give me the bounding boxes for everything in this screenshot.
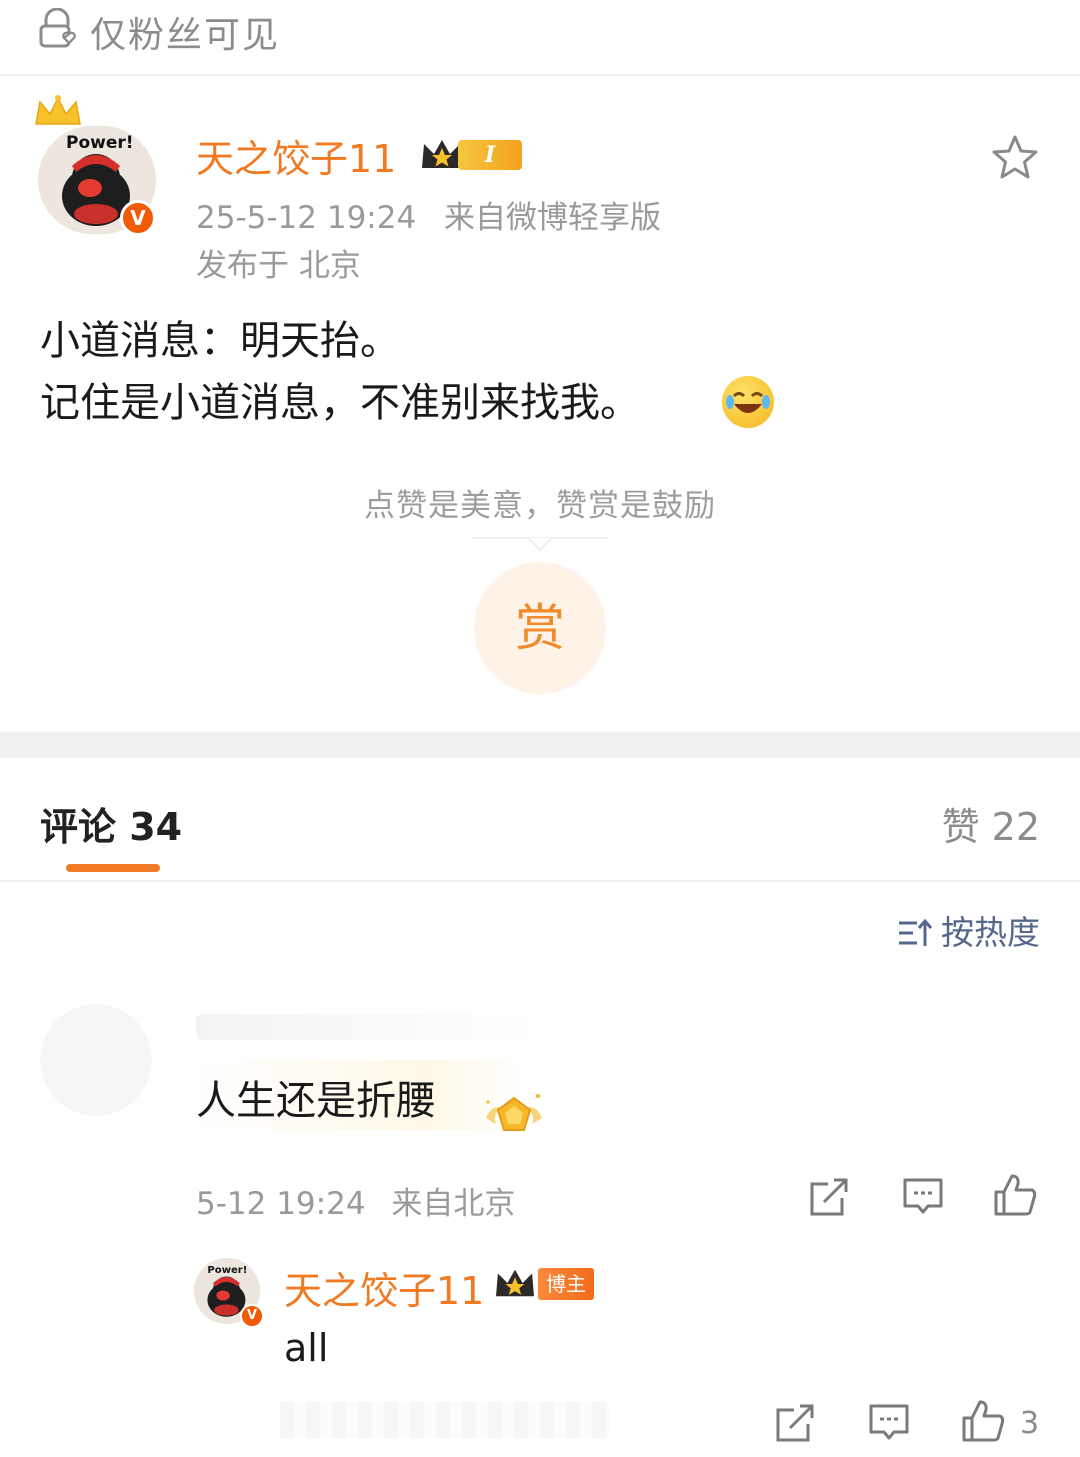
comment-icon[interactable] <box>866 1400 912 1446</box>
reward-hint-pointer <box>472 537 608 552</box>
post-location: 发布于 北京 <box>196 248 361 284</box>
comment-meta: 5-12 19:24 来自北京 <box>196 1178 531 1223</box>
sort-icon <box>899 918 933 946</box>
lock-heart-icon <box>39 8 76 48</box>
comment-location: 来自北京 <box>391 1186 516 1222</box>
reward-button[interactable]: 赏 <box>474 562 606 694</box>
post-text-line-1: 小道消息：明天抬。 <box>40 318 400 364</box>
tab-divider <box>0 880 1080 882</box>
laughing-tears-emoji-icon <box>722 376 774 428</box>
reply-text: all <box>284 1326 329 1370</box>
reward-hint: 点赞是美意，赞赏是鼓励 <box>364 488 716 524</box>
like-icon[interactable] <box>992 1172 1038 1218</box>
commenter-avatar[interactable] <box>40 1004 152 1116</box>
active-tab-indicator <box>66 864 160 872</box>
like-icon[interactable] <box>960 1398 1006 1444</box>
crown-icon <box>35 95 81 125</box>
visibility-label: 仅粉丝可见 <box>90 15 281 56</box>
share-icon[interactable] <box>772 1400 818 1446</box>
share-icon[interactable] <box>806 1174 852 1220</box>
post-meta: 25-5-12 19:24 来自微博轻享版 <box>196 192 679 237</box>
tab-comments[interactable]: 评论 34 <box>40 796 182 851</box>
post-text-line-2: 记住是小道消息，不准别来找我。 <box>40 380 640 426</box>
medal-icon <box>486 1094 542 1131</box>
vip-crown-icon <box>496 1269 534 1297</box>
commenter-name-blurred <box>196 1014 536 1040</box>
svg-text:Power!: Power! <box>66 133 134 153</box>
section-divider <box>0 732 1080 758</box>
reply-like-count: 3 <box>1020 1406 1040 1441</box>
tab-likes[interactable]: 赞 22 <box>942 796 1040 851</box>
comment-text: 人生还是折腰 <box>196 1078 436 1124</box>
reply-author-name[interactable]: 天之饺子11 <box>284 1260 484 1315</box>
visibility-bar: 仅粉丝可见 <box>0 0 1080 76</box>
author-name[interactable]: 天之饺子11 <box>196 128 396 183</box>
comment-icon[interactable] <box>900 1174 946 1220</box>
level-badge: I <box>458 140 522 170</box>
reply-verified-badge: V <box>240 1304 264 1328</box>
comment-time: 5-12 19:24 <box>196 1186 366 1222</box>
verified-badge: V <box>120 200 156 236</box>
reply-meta-blurred <box>280 1402 610 1438</box>
post-time: 25-5-12 19:24 <box>196 200 417 236</box>
star-icon[interactable] <box>990 134 1040 180</box>
author-role-badge: 博主 <box>538 1268 594 1300</box>
sort-button[interactable]: 按热度 <box>897 906 1040 954</box>
post-source[interactable]: 来自微博轻享版 <box>444 200 661 236</box>
svg-text:Power!: Power! <box>207 1265 247 1276</box>
sort-label: 按热度 <box>941 913 1040 952</box>
